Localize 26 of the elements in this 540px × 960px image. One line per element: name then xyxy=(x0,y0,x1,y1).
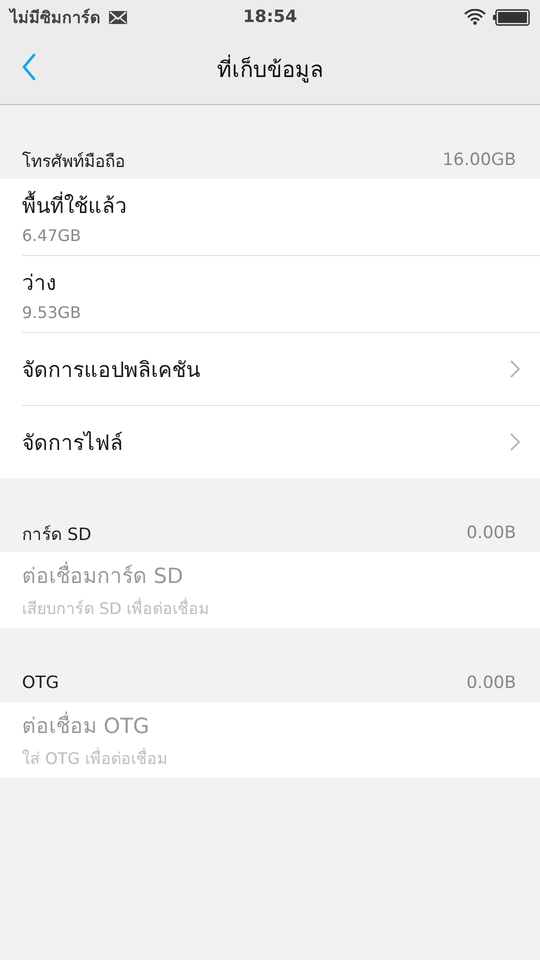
chevron-right-icon xyxy=(510,360,520,378)
section-size: 16.00GB xyxy=(442,150,516,170)
wifi-icon xyxy=(464,9,486,25)
item-title: จัดการไฟล์ xyxy=(22,430,123,456)
item-subtitle: เสียบการ์ด SD เพื่อต่อเชื่อม xyxy=(22,596,210,620)
item-title: จัดการแอปพลิเคชัน xyxy=(22,356,200,384)
section-title: การ์ด SD xyxy=(22,524,92,546)
item-title: ว่าง xyxy=(22,270,57,297)
page-title: ที่เก็บข้อมูล xyxy=(217,52,323,86)
battery-icon xyxy=(492,8,530,26)
section-title: โทรศัพท์มือถือ xyxy=(22,150,125,174)
item-subtitle: ใส่ OTG เพื่อต่อเชื่อม xyxy=(22,746,168,770)
menu-row[interactable]: จัดการแอปพลิเคชัน xyxy=(22,333,540,406)
section-size: 0.00B xyxy=(466,673,516,693)
clock: 18:54 xyxy=(242,7,298,27)
menu-row[interactable]: จัดการไฟล์ xyxy=(22,406,540,478)
item-title: ต่อเชื่อม OTG xyxy=(22,709,168,742)
section-size: 0.00B xyxy=(466,523,516,543)
carrier-label: ไม่มีซิมการ์ด xyxy=(10,6,100,28)
mail-icon xyxy=(108,9,128,25)
chevron-right-icon xyxy=(510,433,520,451)
item-title: พื้นที่ใช้แล้ว xyxy=(22,189,127,222)
item-title: ต่อเชื่อมการ์ด SD xyxy=(22,559,210,592)
section-title: OTG xyxy=(22,673,59,693)
item-subtitle: 9.53GB xyxy=(22,303,81,322)
item-subtitle: 6.47GB xyxy=(22,226,82,245)
